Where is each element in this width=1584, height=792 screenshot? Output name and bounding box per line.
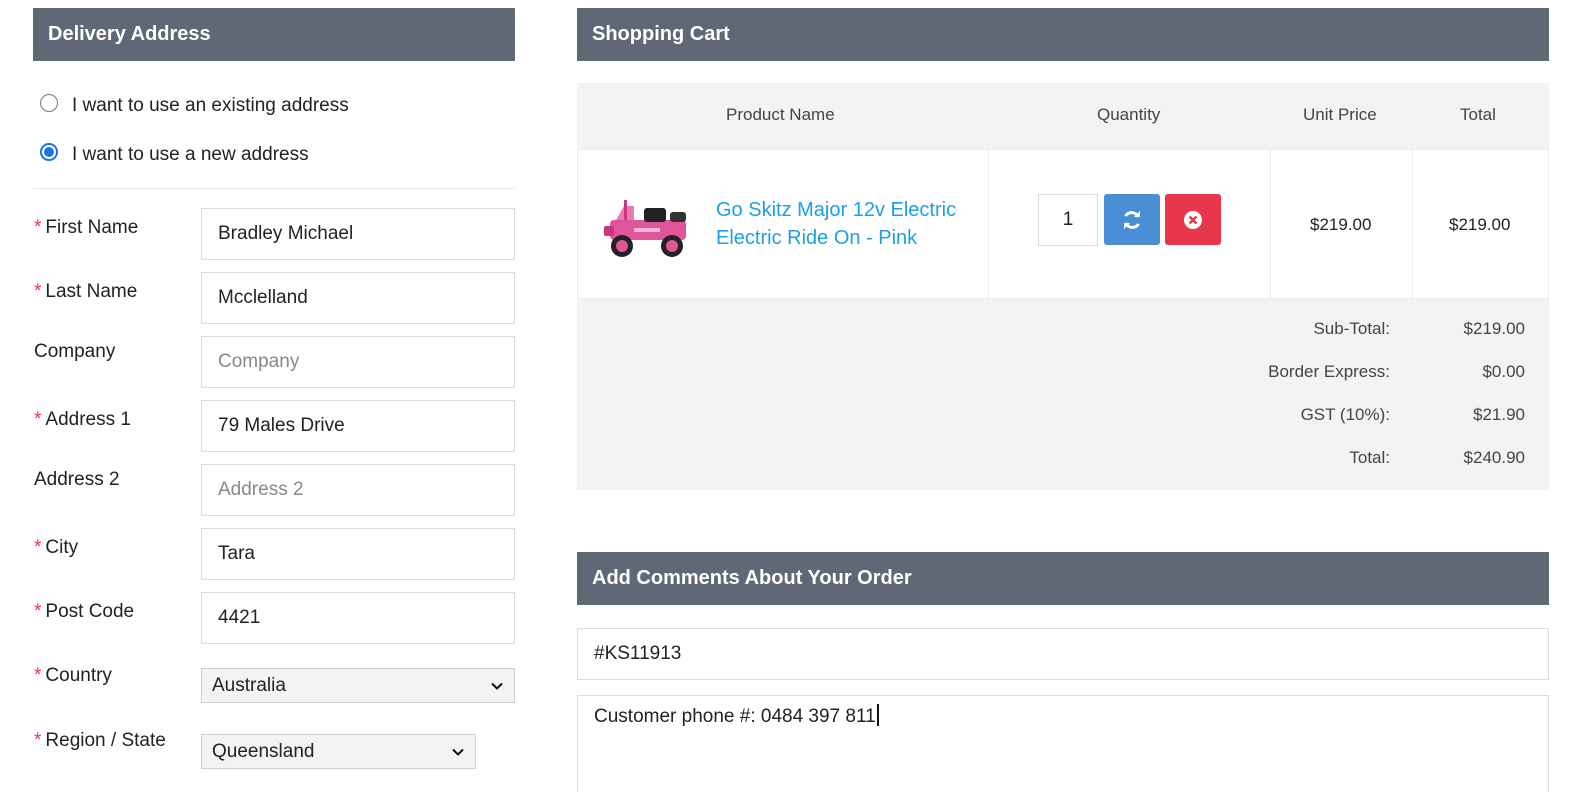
- cart-item-row: Go Skitz Major 12v Electric Electric Rid…: [577, 149, 1549, 299]
- refresh-icon: [1124, 210, 1140, 229]
- radio-existing-button[interactable]: [40, 94, 58, 112]
- required-marker: *: [34, 217, 42, 238]
- last-name-label: * Last Name: [34, 281, 138, 302]
- gst-value: $21.90: [1473, 405, 1525, 424]
- shipping-label: Border Express:: [1268, 362, 1390, 381]
- country-select[interactable]: Australia: [201, 668, 515, 703]
- column-product-name: Product Name: [726, 105, 835, 124]
- city-field[interactable]: Tara: [201, 528, 515, 580]
- order-comments-header: Add Comments About Your Order: [577, 552, 1549, 605]
- radio-new-button[interactable]: [40, 143, 58, 161]
- column-divider: [1270, 150, 1271, 298]
- grand-total-label: Total:: [1349, 448, 1390, 467]
- radio-new-address[interactable]: I want to use a new address: [40, 143, 309, 167]
- shipping-value: $0.00: [1482, 362, 1525, 381]
- required-marker: *: [34, 601, 42, 622]
- required-marker: *: [34, 730, 42, 751]
- address1-field[interactable]: 79 Males Drive: [201, 400, 515, 452]
- radio-new-label: I want to use a new address: [72, 144, 309, 165]
- quantity-input[interactable]: 1: [1038, 194, 1098, 246]
- column-unit-price: Unit Price: [1303, 105, 1377, 124]
- region-select-value: Queensland: [212, 741, 315, 762]
- chevron-down-icon: [452, 748, 464, 756]
- address2-field[interactable]: Address 2: [201, 464, 515, 516]
- product-thumbnail[interactable]: [594, 190, 698, 262]
- column-total: Total: [1460, 105, 1496, 124]
- grand-total-value: $240.90: [1463, 448, 1525, 467]
- country-select-value: Australia: [212, 675, 286, 696]
- first-name-field[interactable]: Bradley Michael: [201, 208, 515, 260]
- section-divider: [33, 188, 515, 189]
- text-caret: [876, 704, 879, 726]
- company-label: Company: [34, 341, 116, 362]
- product-name-link[interactable]: Go Skitz Major 12v Electric Electric Rid…: [716, 196, 986, 252]
- column-quantity: Quantity: [1097, 105, 1161, 124]
- city-label: * City: [34, 537, 79, 558]
- remove-item-button[interactable]: [1165, 194, 1221, 245]
- subtotal-value: $219.00: [1463, 319, 1525, 338]
- remove-circle-icon: [1184, 210, 1202, 229]
- required-marker: *: [34, 281, 42, 302]
- first-name-label: * First Name: [34, 217, 139, 238]
- last-name-field[interactable]: Mcclelland: [201, 272, 515, 324]
- delivery-address-header: Delivery Address: [33, 8, 515, 61]
- company-field[interactable]: Company: [201, 336, 515, 388]
- order-reference-field[interactable]: #KS11913: [577, 628, 1549, 680]
- line-total-value: $219.00: [1449, 215, 1511, 234]
- cart-table-header: Product Name Quantity Unit Price Total: [577, 83, 1549, 149]
- required-marker: *: [34, 409, 42, 430]
- order-comments-text: Customer phone #: 0484 397 811: [594, 706, 876, 727]
- order-totals: Sub-Total: $219.00 Border Express: $0.00…: [577, 299, 1549, 490]
- column-divider: [988, 150, 989, 298]
- postcode-field[interactable]: 4421: [201, 592, 515, 644]
- gst-label: GST (10%):: [1300, 405, 1390, 424]
- update-quantity-button[interactable]: [1104, 194, 1160, 245]
- region-select[interactable]: Queensland: [201, 734, 476, 769]
- radio-existing-address[interactable]: I want to use an existing address: [40, 94, 349, 118]
- shopping-cart-header: Shopping Cart: [577, 8, 1549, 61]
- unit-price-value: $219.00: [1310, 215, 1372, 234]
- address2-label: Address 2: [34, 469, 120, 490]
- postcode-label: * Post Code: [34, 601, 135, 622]
- order-comments-textarea[interactable]: Customer phone #: 0484 397 811: [577, 695, 1549, 792]
- column-divider: [1412, 150, 1413, 298]
- chevron-down-icon: [491, 682, 503, 690]
- address1-label: * Address 1: [34, 409, 131, 430]
- required-marker: *: [34, 665, 42, 686]
- region-label: * Region / State: [34, 730, 166, 751]
- radio-existing-label: I want to use an existing address: [72, 95, 349, 116]
- cart-table: Product Name Quantity Unit Price Total G…: [577, 83, 1549, 490]
- country-label: * Country: [34, 665, 112, 686]
- required-marker: *: [34, 537, 42, 558]
- subtotal-label: Sub-Total:: [1313, 319, 1390, 338]
